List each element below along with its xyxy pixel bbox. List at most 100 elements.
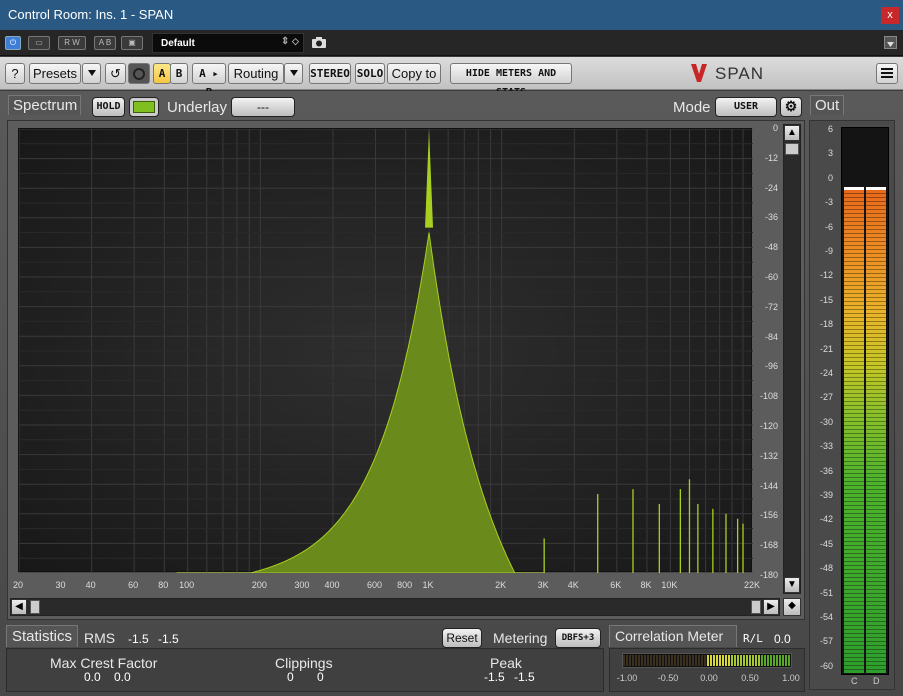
correlation-segment	[785, 655, 787, 666]
db-tick-label: -168	[759, 540, 778, 551]
correlation-segment	[779, 655, 781, 666]
out-tick-label: -54	[819, 612, 833, 622]
correlation-segment	[659, 655, 661, 666]
correlation-segment	[731, 655, 733, 666]
routing-button[interactable]: Routing	[228, 63, 284, 84]
preset-selector[interactable]: Default ⇕ ◇	[152, 33, 304, 53]
db-tick-label: -96	[764, 361, 778, 372]
correlation-segment	[719, 655, 721, 666]
correlation-segment	[770, 655, 772, 666]
freq-tick-label: 800	[397, 580, 413, 590]
solo-button[interactable]: SOLO	[355, 63, 385, 84]
window-mode-button[interactable]: ▣	[121, 36, 143, 50]
close-button[interactable]: x	[881, 7, 899, 24]
menu-icon[interactable]	[876, 63, 898, 84]
out-tick-label: -21	[819, 343, 833, 354]
reset-undo-icon[interactable]: ↺	[105, 63, 126, 84]
db-tick-label: -84	[764, 331, 778, 342]
state-a-button[interactable]: A	[153, 63, 171, 84]
bypass-icon[interactable]: ▭	[28, 36, 50, 50]
correlation-segment	[740, 655, 742, 666]
copy-to-button[interactable]: Copy to	[387, 63, 441, 84]
hold-color-swatch[interactable]	[129, 97, 159, 117]
spectrum-display[interactable]	[18, 128, 753, 678]
read-write-button[interactable]: R W	[58, 36, 86, 50]
horizontal-scroll-thumb-right[interactable]	[751, 600, 761, 614]
correlation-segment	[653, 655, 655, 666]
mode-selector[interactable]: USER	[715, 97, 777, 117]
out-tick-label: -57	[819, 636, 833, 647]
freq-tick-label: 100	[179, 580, 195, 590]
presets-button[interactable]: Presets	[29, 63, 81, 84]
freq-tick-label: 300	[294, 580, 310, 590]
correlation-segment	[671, 655, 673, 666]
host-menu-dropdown[interactable]	[884, 36, 897, 49]
db-scale: 0 -12 -24 -36 -48 -60 -72 -84 -96 -108 -120 -132 -14…	[752, 120, 782, 582]
freq-tick-label: 10K	[661, 580, 678, 590]
vertical-scrollbar[interactable]: ▲ ▼	[783, 124, 801, 594]
freq-tick-label: 22K	[743, 580, 761, 590]
out-tick-label: -51	[819, 587, 833, 598]
spectrum-curve	[176, 232, 545, 574]
out-tick-label: -60	[819, 660, 833, 671]
freq-tick-label: 60	[128, 580, 139, 590]
copy-a-to-b-button[interactable]: A ▸ B	[192, 63, 226, 99]
out-tick-label: -45	[819, 538, 833, 549]
metering-label: Metering	[493, 630, 548, 646]
db-tick-label: -144	[759, 480, 778, 491]
scroll-left-arrow-icon[interactable]: ◀	[11, 599, 27, 615]
out-tick-label: -33	[819, 441, 833, 452]
correlation-tick-label: 1.00	[782, 673, 800, 683]
correlation-segment	[623, 655, 625, 666]
routing-dropdown[interactable]	[284, 63, 303, 84]
scroll-up-arrow-icon[interactable]: ▲	[784, 125, 800, 141]
settings-gear-icon[interactable]: ⚙	[780, 97, 802, 117]
freq-tick-label: 3K	[537, 580, 549, 590]
freq-tick-label: 30	[55, 580, 66, 590]
spectrum-tab[interactable]: Spectrum	[8, 95, 81, 115]
correlation-tick-label: -0.50	[657, 673, 679, 683]
out-meter-right-peak	[866, 186, 886, 190]
db-tick-label: -48	[764, 242, 778, 253]
power-icon[interactable]: ⏻	[5, 36, 21, 50]
diamond-icon[interactable]: ◇	[292, 36, 299, 47]
correlation-segment	[710, 655, 712, 666]
horizontal-scroll-thumb-left[interactable]	[30, 600, 40, 614]
updown-icon[interactable]: ⇕	[281, 36, 289, 47]
reset-button[interactable]: Reset	[442, 628, 482, 648]
correlation-segment	[626, 655, 628, 666]
power-toggle-icon[interactable]	[128, 63, 150, 84]
metering-selector[interactable]: DBFS+3	[555, 628, 601, 648]
correlation-tick-label: 0.00	[700, 673, 718, 683]
state-b-button[interactable]: B	[170, 63, 188, 84]
correlation-segment	[734, 655, 736, 666]
scroll-down-arrow-icon[interactable]: ▼	[784, 577, 800, 593]
hold-button[interactable]: HOLD	[92, 97, 125, 117]
presets-dropdown[interactable]	[82, 63, 101, 84]
camera-icon[interactable]	[311, 36, 327, 49]
hide-meters-button[interactable]: HIDE METERS AND STATS	[450, 63, 572, 98]
stereo-button[interactable]: STEREO	[309, 63, 351, 84]
horizontal-scrollbar[interactable]: ◀ ▶	[10, 598, 780, 616]
out-meter-left-peak	[844, 186, 864, 190]
compare-button[interactable]: A B	[94, 36, 116, 50]
vertical-scroll-thumb[interactable]	[785, 143, 799, 155]
out-tick-label: -39	[819, 490, 833, 500]
span-logo: SPAN	[688, 61, 778, 85]
correlation-segment	[788, 655, 790, 666]
help-button[interactable]: ?	[5, 63, 25, 84]
db-tick-label: -132	[759, 450, 778, 461]
spectrum-label: Spectrum	[13, 97, 78, 114]
zoom-reset-diamond-icon[interactable]: ◆	[783, 598, 801, 616]
freq-tick-label: 600	[366, 580, 382, 590]
underlay-selector[interactable]: ---	[231, 97, 295, 117]
correlation-segment	[701, 655, 703, 666]
preset-name: Default	[161, 38, 195, 49]
correlation-segment	[656, 655, 658, 666]
scroll-right-arrow-icon[interactable]: ▶	[763, 599, 779, 615]
freq-tick-label: 8K	[640, 580, 652, 590]
out-tick-label: -48	[819, 563, 833, 574]
out-tick-label: 6	[827, 124, 833, 134]
db-tick-label: -60	[764, 272, 778, 282]
crest-right-value: 0.0	[114, 670, 131, 684]
